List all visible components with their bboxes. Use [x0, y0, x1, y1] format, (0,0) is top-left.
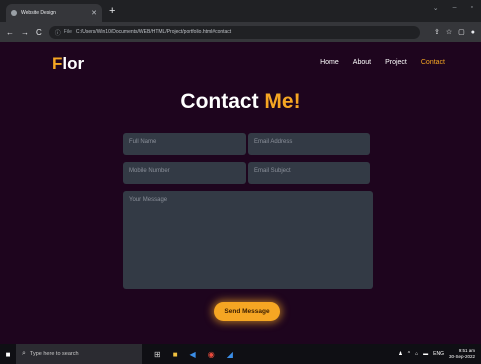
maximize-icon[interactable]: ▫: [471, 4, 473, 12]
search-icon: ⌕: [22, 350, 26, 357]
taskbar: ■ ⌕ Type here to search ⊞ ■ ◀ ◉ ◢ ♟ ^ ⌂ …: [0, 344, 481, 364]
subject-field[interactable]: Email Subject: [248, 162, 370, 184]
site-nav: Home About Project Contact: [320, 59, 445, 66]
browser-tab[interactable]: Website Design ✕: [6, 4, 102, 22]
message-field[interactable]: Your Message: [123, 191, 373, 289]
vscode-icon[interactable]: ◀: [190, 350, 196, 359]
logo-rest: lor: [62, 54, 85, 73]
minimize-icon[interactable]: –: [453, 4, 457, 12]
mobile-field[interactable]: Mobile Number: [123, 162, 246, 184]
page-title: Contact Me!: [0, 90, 481, 114]
tray-chevron-icon[interactable]: ^: [408, 351, 410, 357]
nav-home[interactable]: Home: [320, 59, 339, 66]
reload-icon[interactable]: C: [36, 28, 42, 37]
taskbar-search-placeholder: Type here to search: [29, 351, 79, 357]
url-scheme-label: File: [63, 29, 72, 35]
site-logo[interactable]: Flor: [52, 54, 84, 74]
address-bar[interactable]: ⓘ File C:/Users/Win10/Documents/WEB/HTML…: [48, 25, 420, 39]
chrome-icon[interactable]: ◉: [208, 350, 215, 359]
title-accent: Me!: [264, 90, 301, 113]
tab-title: Website Design: [21, 10, 56, 16]
nav-project[interactable]: Project: [385, 59, 407, 66]
close-tab-icon[interactable]: ✕: [91, 9, 97, 17]
browser-toolbar: ← → C ⓘ File C:/Users/Win10/Documents/WE…: [0, 22, 481, 42]
battery-icon[interactable]: ▬: [423, 351, 428, 357]
system-tray: ♟ ^ ⌂ ▬ ENG 9:51 am 30-Sep-2022: [398, 348, 481, 360]
windows-start-icon[interactable]: ■: [0, 350, 16, 359]
url-text[interactable]: C:/Users/Win10/Documents/WEB/HTML/Projec…: [76, 29, 231, 35]
back-icon[interactable]: ←: [6, 28, 14, 37]
nav-contact[interactable]: Contact: [421, 59, 445, 66]
new-tab-icon[interactable]: +: [109, 3, 115, 19]
window-controls: ⌄ – ▫: [433, 4, 473, 12]
taskbar-search[interactable]: ⌕ Type here to search: [16, 344, 142, 364]
title-main: Contact: [180, 90, 259, 113]
chevron-down-icon[interactable]: ⌄: [433, 4, 439, 12]
browser-tabbar: Website Design ✕ + ⌄ – ▫: [0, 0, 481, 22]
language-indicator[interactable]: ENG: [433, 351, 444, 357]
person-icon[interactable]: ♟: [398, 351, 402, 357]
task-view-icon[interactable]: ⊞: [154, 350, 161, 359]
web-page: Flor Home About Project Contact Contact …: [0, 42, 481, 344]
sidepanel-icon[interactable]: ▢: [458, 28, 465, 36]
forward-icon[interactable]: →: [21, 28, 29, 37]
favicon-icon: [11, 10, 17, 16]
network-icon[interactable]: ⌂: [415, 351, 418, 357]
send-message-button[interactable]: Send Message: [214, 302, 280, 321]
clock[interactable]: 9:51 am 30-Sep-2022: [449, 348, 475, 360]
file-explorer-icon[interactable]: ■: [173, 350, 178, 359]
clock-date: 30-Sep-2022: [448, 354, 475, 359]
logo-accent: F: [52, 54, 63, 73]
bookmark-star-icon[interactable]: ☆: [446, 28, 452, 36]
full-name-field[interactable]: Full Name: [123, 133, 246, 155]
info-icon[interactable]: ⓘ: [55, 28, 61, 37]
share-icon[interactable]: ⇪: [434, 28, 440, 36]
nav-about[interactable]: About: [353, 59, 371, 66]
profile-icon[interactable]: ●: [471, 29, 475, 36]
email-field[interactable]: Email Address: [248, 133, 370, 155]
store-icon[interactable]: ◢: [227, 350, 233, 359]
